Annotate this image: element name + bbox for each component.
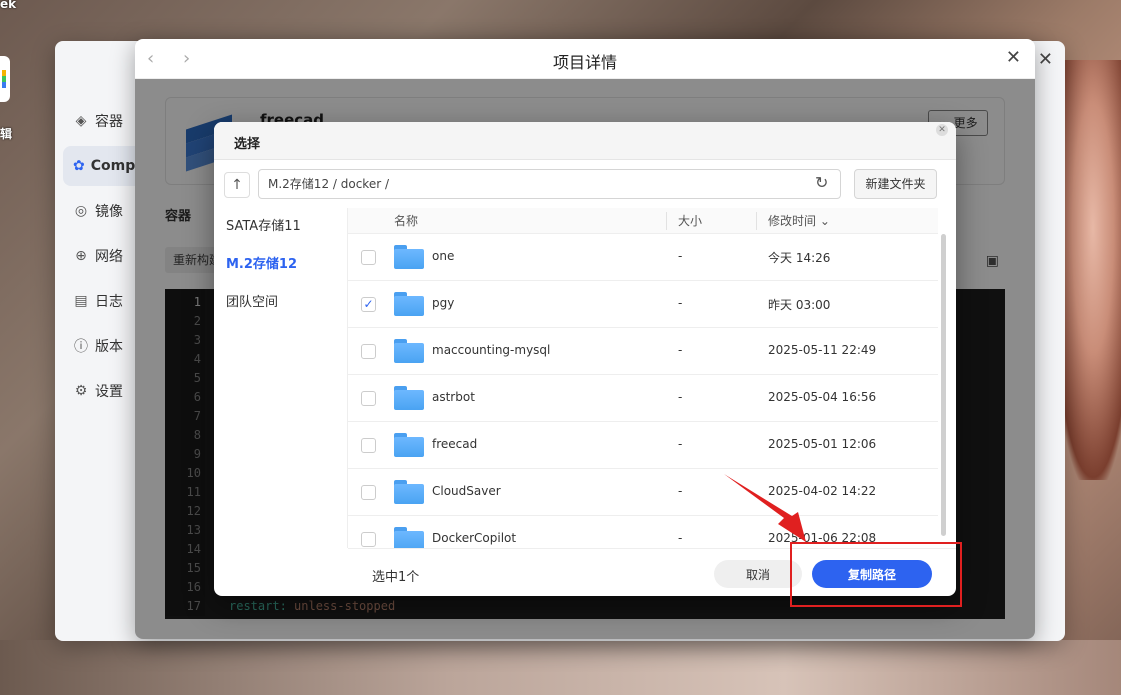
info-icon: ⓘ [74,339,88,355]
column-header-size[interactable]: 大小 [678,208,702,234]
desktop-label-side: 辑 [0,127,13,141]
row-checkbox[interactable] [361,438,376,453]
file-size: - [678,531,683,545]
row-checkbox[interactable] [361,485,376,500]
file-name: one [432,249,455,263]
selected-count: 选中1个 [372,570,420,585]
picker-header: 选择 ✕ [214,122,956,160]
close-icon[interactable]: ✕ [1038,49,1053,70]
folder-icon [394,386,424,410]
nav-item-label: 设置 [95,384,123,400]
table-header [348,208,938,234]
desktop-label-top: ek [0,0,17,11]
nav-item-version[interactable]: ⓘ 版本 [63,326,143,366]
row-checkbox[interactable] [361,344,376,359]
up-directory-button[interactable]: ↑ [224,172,250,198]
file-modified: 2025-05-04 16:56 [768,390,877,404]
nav-item-settings[interactable]: ⚙ 设置 [63,371,143,411]
row-checkbox[interactable] [361,250,376,265]
nav-item-network[interactable]: ⊕ 网络 [63,236,143,276]
file-table: 名称 大小 修改时间 ⌄ one - 今天 14:26 ✓ pgy - 昨天 03:00 ma… [348,208,956,548]
column-divider [756,212,757,230]
file-size: - [678,296,683,310]
table-row[interactable]: one - 今天 14:26 [348,234,938,281]
file-name: CloudSaver [432,484,501,498]
gear-icon: ⚙ [74,383,88,399]
location-item-m2[interactable]: M.2存储12 [214,246,347,284]
nav-item-label: 日志 [95,294,123,310]
layers-icon: ◈ [75,113,87,129]
location-item-team[interactable]: 团队空间 [214,284,347,322]
disc-icon: ◎ [74,203,88,219]
file-modified: 昨天 03:00 [768,298,831,312]
folder-icon [394,527,424,548]
file-size: - [678,249,683,263]
nav-item-containers[interactable]: ◈ 容器 [63,101,143,141]
folder-icon [394,433,424,457]
location-item-sata[interactable]: SATA存储11 [214,208,347,246]
file-modified: 今天 14:26 [768,251,831,265]
file-modified: 2025-05-01 12:06 [768,437,877,451]
detail-header: ‹ › 项目详情 ✕ [135,39,1035,79]
folder-picker-dialog: 选择 ✕ ↑ M.2存储12 / docker / ↻ 新建文件夹 SATA存储… [214,122,956,596]
table-row[interactable]: CloudSaver - 2025-04-02 14:22 [348,469,938,516]
nav-item-label: 镜像 [95,204,123,220]
column-header-name[interactable]: 名称 [394,208,418,234]
file-modified: 2025-04-02 14:22 [768,484,877,498]
table-row[interactable]: astrbot - 2025-05-04 16:56 [348,375,938,422]
file-name: pgy [432,296,455,310]
globe-icon: ⊕ [75,248,87,264]
column-header-modified[interactable]: 修改时间 ⌄ [768,208,830,234]
table-row[interactable]: ✓ pgy - 昨天 03:00 [348,281,938,328]
annotation-highlight-box [790,542,962,607]
nav-item-label: 版本 [95,339,123,355]
location-list: SATA存储11 M.2存储12 团队空间 [214,208,348,548]
table-row[interactable]: freecad - 2025-05-01 12:06 [348,422,938,469]
row-checkbox[interactable] [361,532,376,547]
app-sidebar: ◈ 容器 ✿ Compose ◎ 镜像 ⊕ 网络 ▤ 日志 ⓘ 版本 ⚙ 设置 [63,101,143,416]
folder-icon [394,480,424,504]
file-modified: 2025-05-11 22:49 [768,343,877,357]
row-checkbox[interactable]: ✓ [361,297,376,312]
nav-item-logs[interactable]: ▤ 日志 [63,281,143,321]
dock-app-icon[interactable] [0,56,10,102]
table-row[interactable]: maccounting-mysql - 2025-05-11 22:49 [348,328,938,375]
nav-item-images[interactable]: ◎ 镜像 [63,191,143,231]
file-name: astrbot [432,390,475,404]
folder-icon [394,339,424,363]
detail-title: 项目详情 [552,53,617,72]
folder-icon [394,245,424,269]
compose-icon: ✿ [73,158,85,174]
file-size: - [678,484,683,498]
close-icon[interactable]: ✕ [936,124,948,136]
cancel-button[interactable]: 取消 [714,560,802,588]
file-size: - [678,437,683,451]
nav-item-label: 容器 [95,114,123,130]
picker-title: 选择 [234,137,261,152]
file-size: - [678,390,683,404]
file-name: freecad [432,437,478,451]
log-icon: ▤ [74,293,88,309]
scrollbar[interactable] [941,234,946,536]
nav-item-compose[interactable]: ✿ Compose [63,146,143,186]
nav-item-label: 网络 [95,249,123,265]
column-divider [666,212,667,230]
folder-icon [394,292,424,316]
arrow-up-icon: ↑ [231,177,243,193]
file-name: maccounting-mysql [432,343,551,357]
file-name: DockerCopilot [432,531,517,545]
row-checkbox[interactable] [361,391,376,406]
file-size: - [678,343,683,357]
refresh-icon[interactable]: ↻ [815,173,828,192]
wallpaper-floor [0,640,1121,695]
new-folder-button[interactable]: 新建文件夹 [854,169,937,199]
close-icon[interactable]: ✕ [1006,47,1021,68]
path-input[interactable]: M.2存储12 / docker / [258,169,841,199]
